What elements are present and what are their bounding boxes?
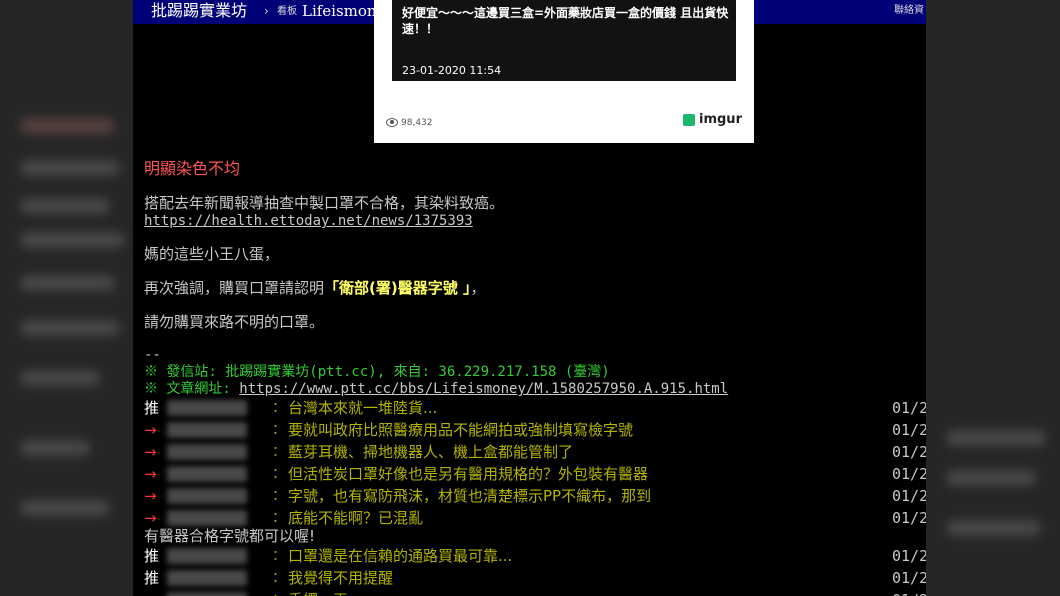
paragraph-3-end: ，	[470, 279, 486, 297]
push-date: 01/2	[892, 487, 926, 505]
blurred-user-id	[167, 400, 247, 416]
push-date: 01/2	[892, 443, 926, 461]
view-count: 98,432	[401, 118, 433, 128]
push-tag: →	[144, 509, 157, 527]
imgur-logo-icon	[683, 114, 695, 126]
push-content: 但活性炭口罩好像也是另有醫用規格的？外包裝有醫器	[288, 465, 649, 483]
push-colon: ：	[272, 548, 286, 564]
push-colon: ：	[272, 400, 286, 416]
article-paragraph-4: 請勿購買來路不明的口罩。	[144, 313, 325, 331]
push-tag: 推	[144, 547, 160, 565]
push-row: 推 ：我覺得不用提醒 01/2	[133, 568, 926, 589]
site-title-link[interactable]: 批踢踢實業坊	[151, 0, 247, 22]
push-tag: →	[144, 421, 157, 439]
push-colon: ：	[272, 570, 286, 586]
blurred-user-id	[167, 548, 247, 564]
embedded-image-card[interactable]: 好便宜～～～這邊買三盒=外面藥妝店買一盒的價錢 且出貨快速！！ 23-01-20…	[374, 0, 754, 143]
push-colon: ：	[272, 488, 286, 504]
push-content: 口罩還是在信賴的通路買最可靠...	[288, 547, 513, 565]
push-content: 台灣本來就一堆陸貨...	[288, 399, 438, 417]
push-date: 01/2	[892, 399, 926, 417]
push-content: 手擇，丟	[288, 591, 348, 596]
screenshot-message-area: 好便宜～～～這邊買三盒=外面藥妝店買一盒的價錢 且出貨快速！！ 23-01-20…	[392, 0, 736, 81]
article-paragraph-3: 再次強調，購買口罩請認明「衛部(署)醫器字號 」，	[144, 279, 485, 297]
blurred-right-background	[926, 0, 1060, 596]
blurred-user-id	[167, 488, 247, 504]
blurred-user-id	[167, 422, 247, 438]
push-row: → ：但活性炭口罩好像也是另有醫用規格的？外包裝有醫器 01/2	[133, 464, 926, 485]
push-tag: →	[144, 465, 157, 483]
breadcrumb-separator: ›	[264, 4, 269, 18]
push-date: 01/2	[892, 465, 926, 483]
push-tag: →	[144, 487, 157, 505]
push-row: 推 ：口罩還是在信賴的通路買最可靠... 01/2	[133, 546, 926, 567]
blurred-user-id	[167, 570, 247, 586]
push-content: 我覺得不用提醒	[288, 569, 394, 587]
push-content: 要就叫政府比照醫療用品不能網拍或強制填寫檢字號	[288, 421, 634, 439]
push-colon: ：	[272, 510, 286, 526]
imgur-logo[interactable]: imgur	[699, 112, 742, 128]
eye-icon	[386, 118, 398, 127]
screenshot-timestamp: 23-01-2020 11:54	[402, 64, 502, 77]
push-row: → ：要就叫政府比照醫療用品不能網拍或強制填寫檢字號 01/2	[133, 420, 926, 441]
blurred-left-background	[0, 0, 133, 596]
origin-line: ※ 發信站: 批踢踢實業坊(ptt.cc), 來自: 36.229.217.15…	[144, 364, 610, 380]
blurred-user-id	[167, 592, 247, 596]
article-url-link[interactable]: https://www.ptt.cc/bbs/Lifeismoney/M.158…	[239, 381, 728, 397]
push-row: → ：字號，也有寫防飛沫，材質也清楚標示PP不織布，那到 01/2	[133, 486, 926, 507]
contact-link[interactable]: 聯絡資	[894, 4, 924, 18]
push-tag: 推	[144, 569, 160, 587]
red-note: 明顯染色不均	[144, 159, 241, 178]
push-tag: →	[144, 591, 157, 596]
push-colon: ：	[272, 422, 286, 438]
blurred-user-id	[167, 510, 247, 526]
highlighted-keyword: 「衛部(署)醫器字號 」	[324, 279, 471, 297]
ptt-article-view: 批踢踢實業坊 › 看板 Lifeismoney 聯絡資 好便宜～～～這邊買三盒=…	[133, 0, 926, 596]
push-date: 01/2	[892, 421, 926, 439]
push-tag: 推	[144, 399, 160, 417]
screenshot-message: 好便宜～～～這邊買三盒=外面藥妝店買一盒的價錢 且出貨快速！！	[402, 6, 729, 36]
blurred-user-id	[167, 444, 247, 460]
article-url-label: ※ 文章網址:	[144, 381, 240, 397]
push-date: 01/2	[892, 509, 926, 527]
signature-separator: --	[144, 347, 161, 363]
push-date: 01/2	[892, 591, 926, 596]
push-colon: ：	[272, 444, 286, 460]
push-colon: ：	[272, 466, 286, 482]
push-continuation: 有醫器合格字號都可以喔!	[144, 527, 316, 545]
news-link[interactable]: https://health.ettoday.net/news/1375393	[144, 212, 473, 230]
article-paragraph-2: 媽的這些小王八蛋，	[144, 245, 280, 263]
article-paragraph-1: 搭配去年新聞報導抽查中製口罩不合格，其染料致癌。	[144, 194, 505, 212]
board-label: 看板	[277, 6, 297, 17]
blurred-user-id	[167, 466, 247, 482]
push-row: → ：手擇，丟 01/2	[133, 590, 926, 596]
push-date: 01/2	[892, 569, 926, 587]
paragraph-3-text: 再次強調，購買口罩請認明	[144, 279, 325, 297]
article-url-line: ※ 文章網址: https://www.ptt.cc/bbs/Lifeismon…	[144, 380, 728, 398]
push-row: → ：底能不能啊？已混亂 01/2	[133, 508, 926, 529]
push-tag: →	[144, 443, 157, 461]
push-content: 字號，也有寫防飛沫，材質也清楚標示PP不織布，那到	[288, 487, 652, 505]
push-row: → ：藍芽耳機、掃地機器人、機上盒都能管制了 01/2	[133, 442, 926, 463]
push-content: 藍芽耳機、掃地機器人、機上盒都能管制了	[288, 443, 574, 461]
push-row: 推 ：台灣本來就一堆陸貨... 01/2	[133, 398, 926, 419]
push-date: 01/2	[892, 547, 926, 565]
push-colon: ：	[272, 591, 286, 596]
push-content: 底能不能啊？已混亂	[288, 509, 424, 527]
